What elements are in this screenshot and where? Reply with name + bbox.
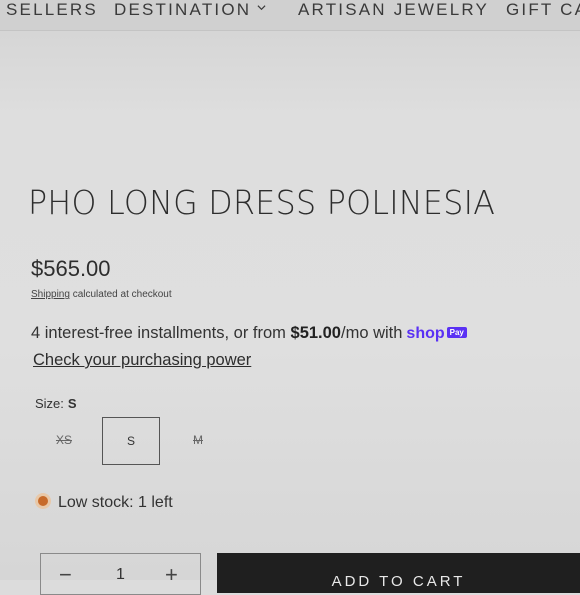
check-purchasing-power-link[interactable]: Check your purchasing power: [33, 351, 251, 370]
add-to-cart-label: ADD TO CART: [331, 573, 466, 590]
shop-pay-badge: Pay: [446, 327, 467, 338]
stock-status: Low stock: 1 left: [38, 494, 173, 512]
quantity-value[interactable]: 1: [116, 566, 125, 584]
quantity-decrease-button[interactable]: −: [59, 562, 72, 588]
shipping-note-text: calculated at checkout: [69, 289, 172, 300]
size-option-label: XS: [55, 433, 72, 447]
size-option-s[interactable]: S: [102, 417, 160, 465]
shop-pay-logo[interactable]: shop: [406, 325, 444, 342]
product-title: PHO LONG DRESS POLINESIA: [28, 183, 496, 222]
quantity-stepper: − 1 +: [40, 553, 201, 595]
nav-item-destination[interactable]: DESTINATION: [114, 0, 266, 20]
size-option-label: S: [126, 434, 135, 448]
top-navigation: SELLERS DESTINATION ARTISAN JEWELRY GIFT…: [0, 0, 580, 31]
installments-suffix: /mo with: [340, 324, 403, 342]
size-option-label: M: [193, 433, 203, 447]
product-page: SELLERS DESTINATION ARTISAN JEWELRY GIFT…: [0, 0, 580, 595]
nav-item-gift-card[interactable]: GIFT CA: [506, 0, 580, 20]
shipping-link[interactable]: Shipping: [31, 289, 70, 300]
installments-info: 4 interest-free installments, or from $5…: [31, 324, 467, 343]
installments-amount: $51.00: [290, 324, 341, 342]
size-label-text: Size:: [35, 396, 64, 411]
stock-text: Low stock: 1 left: [58, 494, 173, 511]
size-selected-value: S: [67, 396, 77, 411]
add-to-cart-button[interactable]: ADD TO CART: [217, 553, 580, 593]
size-option-xs[interactable]: XS: [40, 417, 88, 463]
chevron-down-icon: [257, 5, 266, 11]
stock-indicator-icon: [38, 496, 48, 506]
product-price: $565.00: [31, 256, 111, 281]
nav-item-label: DESTINATION: [114, 0, 252, 19]
quantity-increase-button[interactable]: +: [165, 562, 178, 588]
nav-item-artisan-jewelry[interactable]: ARTISAN JEWELRY: [298, 0, 489, 20]
shipping-note: Shipping calculated at checkout: [31, 289, 172, 300]
size-option-m[interactable]: M: [174, 417, 222, 463]
nav-item-sellers[interactable]: SELLERS: [6, 0, 98, 20]
installments-prefix: 4 interest-free installments, or from: [31, 324, 291, 342]
size-label: Size: S: [35, 396, 77, 411]
